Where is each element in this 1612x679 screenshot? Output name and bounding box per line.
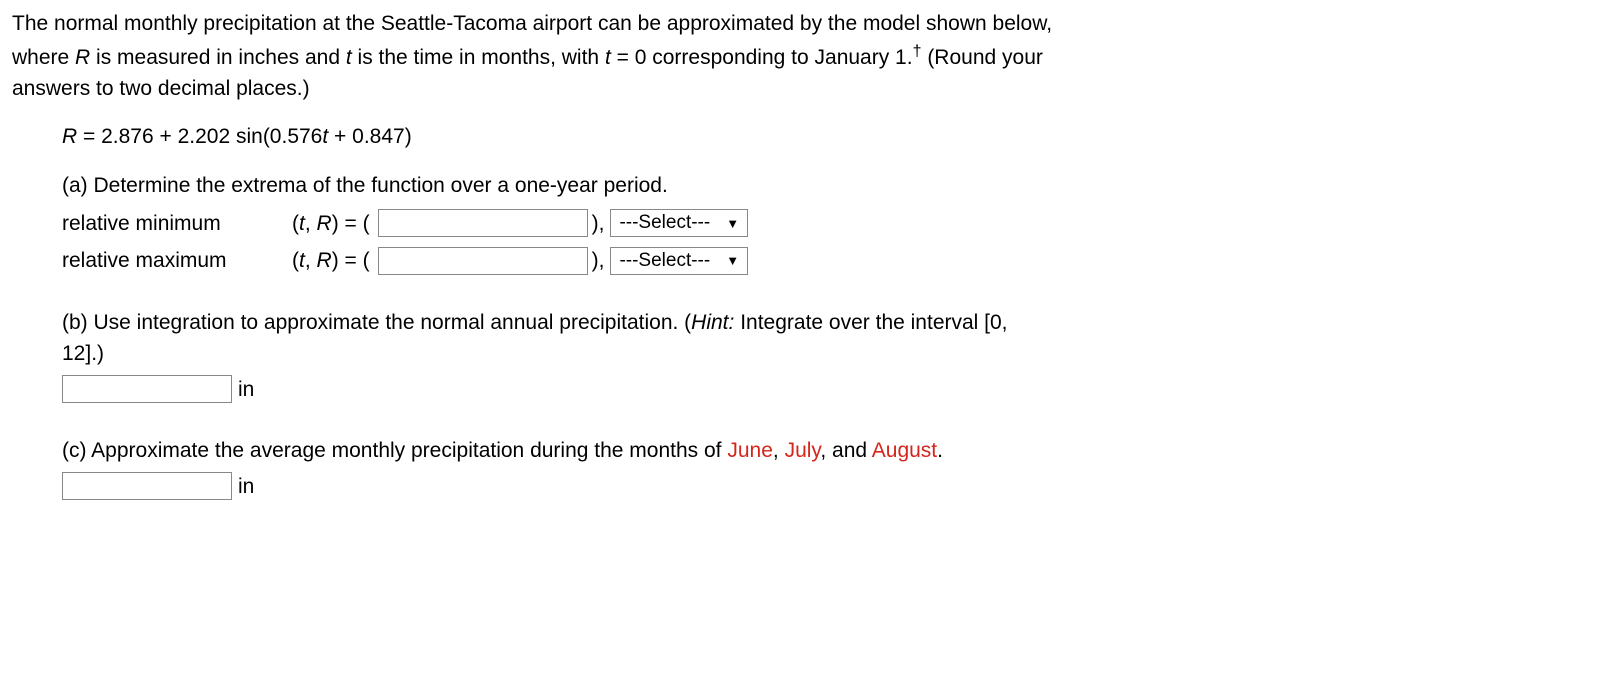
tr-pair-max: (t, R) = ( [292, 245, 370, 277]
intro-text-1: The normal monthly precipitation at the … [12, 12, 1052, 35]
eq-rest: = 2.876 + 2.202 sin(0.576 [77, 125, 322, 148]
part-c: (c) Approximate the average monthly prec… [62, 435, 1600, 502]
relative-minimum-row: relative minimum (t, R) = ( ), ---Select… [62, 208, 1600, 240]
part-b: (b) Use integration to approximate the n… [62, 307, 1600, 406]
max-input[interactable] [378, 247, 588, 275]
intro-text-2d: = 0 corresponding to January 1. [611, 46, 913, 69]
model-equation: R = 2.876 + 2.202 sin(0.576t + 0.847) [62, 121, 1600, 153]
intro-text-2b: is measured in inches and [90, 46, 346, 69]
min-select-text: ---Select--- [619, 209, 710, 238]
intro-text-2e: (Round your [921, 46, 1042, 69]
part-b-prompt: (b) Use integration to approximate the n… [62, 307, 1600, 370]
max-select[interactable]: ---Select--- ▼ [610, 247, 748, 275]
part-c-unit: in [238, 471, 254, 503]
min-input[interactable] [378, 209, 588, 237]
problem-intro: The normal monthly precipitation at the … [12, 8, 1600, 105]
relative-minimum-label: relative minimum [62, 208, 292, 240]
july-text: July [785, 439, 821, 462]
eq-R: R [62, 125, 77, 148]
intro-text-2a: where [12, 46, 75, 69]
intro-text-3: answers to two decimal places.) [12, 77, 310, 100]
tr-pair-min: (t, R) = ( [292, 208, 370, 240]
min-select[interactable]: ---Select--- ▼ [610, 209, 748, 237]
august-text: August [872, 439, 937, 462]
paren-close-min: ), [592, 208, 605, 240]
hint-text: Integrate over the interval [0, [734, 311, 1007, 334]
relative-maximum-label: relative maximum [62, 245, 292, 277]
part-b-unit: in [238, 374, 254, 406]
part-b-answer-row: in [62, 374, 1600, 406]
part-a: (a) Determine the extrema of the functio… [62, 170, 1600, 277]
part-c-input[interactable] [62, 472, 232, 500]
intro-text-2c: is the time in months, with [352, 46, 605, 69]
var-R: R [75, 46, 90, 69]
relative-maximum-row: relative maximum (t, R) = ( ), ---Select… [62, 245, 1600, 277]
chevron-down-icon: ▼ [726, 251, 739, 271]
max-select-text: ---Select--- [619, 247, 710, 276]
part-b-input[interactable] [62, 375, 232, 403]
hint-label: Hint: [691, 311, 734, 334]
part-a-prompt: (a) Determine the extrema of the functio… [62, 170, 1600, 202]
part-b-prompt-2: 12].) [62, 342, 104, 365]
june-text: June [727, 439, 773, 462]
chevron-down-icon: ▼ [726, 214, 739, 234]
part-c-prompt: (c) Approximate the average monthly prec… [62, 435, 1600, 467]
paren-close-max: ), [592, 245, 605, 277]
eq-rest2: + 0.847) [328, 125, 411, 148]
part-c-answer-row: in [62, 471, 1600, 503]
